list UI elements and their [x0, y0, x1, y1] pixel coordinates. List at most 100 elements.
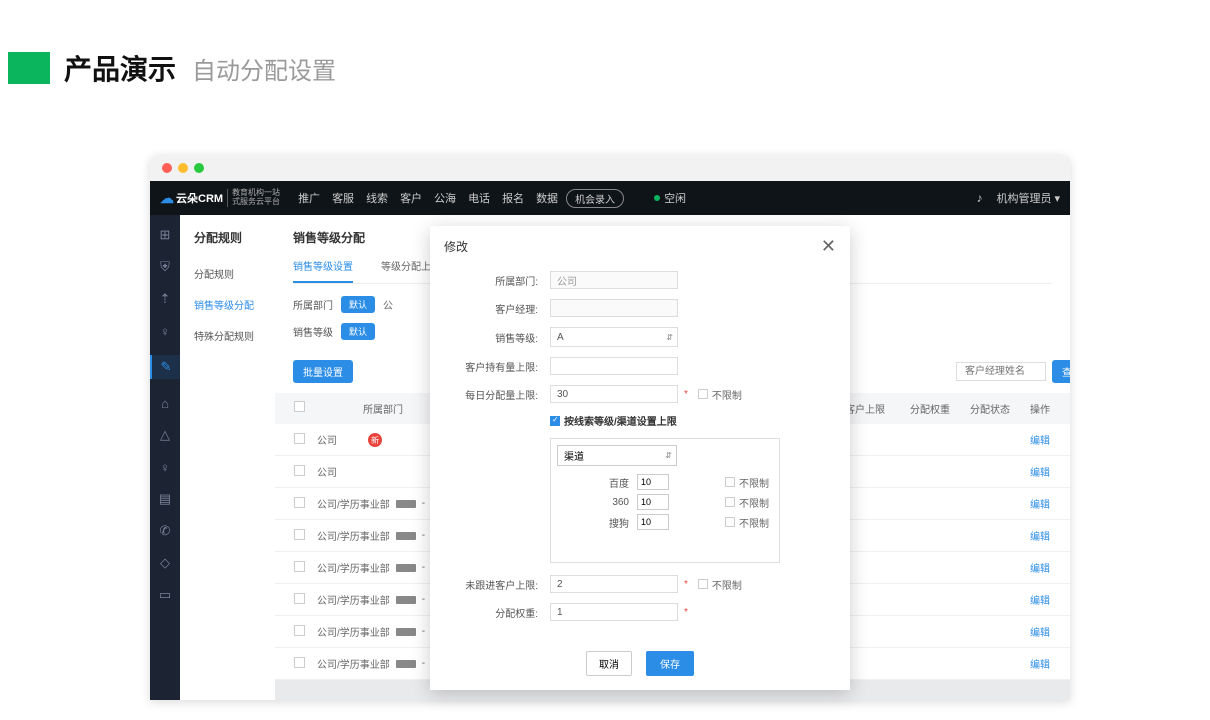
manager-input[interactable] [550, 299, 678, 317]
sidebar-tag-icon[interactable]: ◇ [157, 555, 173, 571]
accent-block [8, 52, 50, 84]
nav-customer[interactable]: 客户 [400, 190, 422, 206]
edit-link[interactable]: 编辑 [1020, 432, 1060, 447]
row-checkbox[interactable] [285, 657, 313, 671]
unfollow-unlimited-check[interactable]: 不限制 [698, 577, 742, 592]
nav-leads[interactable]: 线索 [366, 190, 388, 206]
row-checkbox[interactable] [285, 625, 313, 639]
dept-input[interactable] [550, 271, 678, 289]
row-checkbox[interactable] [285, 593, 313, 607]
filter-level-label: 销售等级 [293, 324, 333, 339]
nav-right: ♪ 机构管理员 ▾ [976, 190, 1060, 206]
filter-dept-chip[interactable]: 默认 [341, 296, 375, 313]
weight-label: 分配权重: [454, 605, 550, 620]
channel-limit-input[interactable] [637, 474, 669, 490]
cancel-button[interactable]: 取消 [586, 651, 632, 676]
nav-items: 推广 客服 线索 客户 公海 电话 报名 数据 [298, 190, 558, 206]
sidebar-shield-icon[interactable]: ⛨ [157, 259, 173, 275]
chevron-down-icon: ▾ [1054, 192, 1060, 205]
row-checkbox[interactable] [285, 561, 313, 575]
level-select[interactable]: A ⇵ [550, 327, 678, 347]
search-button[interactable]: 查询 [1052, 360, 1070, 383]
channel-unlimited-check[interactable]: 不限制 [725, 515, 769, 530]
notification-badge[interactable]: 新 [368, 433, 382, 447]
chevron-down-icon: ⇵ [666, 333, 673, 342]
nav-pool[interactable]: 公海 [434, 190, 456, 206]
nav-data[interactable]: 数据 [536, 190, 558, 206]
unfollow-input[interactable] [550, 575, 678, 593]
daily-limit-input[interactable] [550, 385, 678, 403]
batch-settings-button[interactable]: 批量设置 [293, 360, 353, 383]
top-navbar: ☁ 云朵CRM 教育机构一站式服务云平台 推广 客服 线索 客户 公海 电话 报… [150, 181, 1070, 215]
edit-link[interactable]: 编辑 [1020, 528, 1060, 543]
left-item-special[interactable]: 特殊分配规则 [180, 320, 275, 351]
daily-unlimited-check[interactable]: 不限制 [698, 387, 742, 402]
edit-link[interactable]: 编辑 [1020, 656, 1060, 671]
edit-link[interactable]: 编辑 [1020, 496, 1060, 511]
row-checkbox[interactable] [285, 529, 313, 543]
nav-phone[interactable]: 电话 [468, 190, 490, 206]
close-dot-icon[interactable] [162, 163, 172, 173]
maximize-dot-icon[interactable] [194, 163, 204, 173]
daily-limit-label: 每日分配量上限: [454, 387, 550, 402]
save-button[interactable]: 保存 [646, 651, 694, 676]
bell-icon[interactable]: ♪ [976, 191, 982, 205]
logo: ☁ 云朵CRM 教育机构一站式服务云平台 [160, 189, 280, 207]
sidebar-card-icon[interactable]: ▭ [157, 587, 173, 603]
row-checkbox[interactable] [285, 497, 313, 511]
channel-unlimited-check[interactable]: 不限制 [725, 475, 769, 490]
tab-level-settings[interactable]: 销售等级设置 [293, 258, 353, 283]
required-mark: * [684, 607, 688, 618]
sidebar-chart-icon[interactable]: ⇡ [157, 291, 173, 307]
sidebar-phone-icon[interactable]: ✆ [157, 523, 173, 539]
left-item-rules[interactable]: 分配规则 [180, 258, 275, 289]
logo-subtitle: 教育机构一站式服务云平台 [227, 189, 280, 207]
status-text: 空闲 [664, 190, 686, 206]
modal-footer: 取消 保存 [430, 645, 850, 690]
close-icon[interactable]: ✕ [821, 236, 836, 257]
channel-limit-input[interactable] [637, 514, 669, 530]
sidebar-person-icon[interactable]: ♀ [157, 459, 173, 475]
left-item-sales-level[interactable]: 销售等级分配 [180, 289, 275, 320]
edit-link[interactable]: 编辑 [1020, 624, 1060, 639]
modal-body: 所属部门: 客户经理: 销售等级: A ⇵ 客户持有量上限: 每日分配量上限: … [430, 267, 850, 645]
channel-row: 360不限制 [551, 492, 779, 512]
hold-limit-input[interactable] [550, 357, 678, 375]
channel-limit-input[interactable] [637, 494, 669, 510]
page-title: 产品演示 [64, 48, 176, 88]
channel-unlimited-check[interactable]: 不限制 [725, 495, 769, 510]
channel-type-select[interactable]: 渠道 ⇵ [557, 445, 677, 466]
sidebar-settings-icon[interactable]: ✎ [150, 355, 180, 379]
th-status: 分配状态 [960, 401, 1020, 416]
sidebar-dashboard-icon[interactable]: ⊞ [157, 227, 173, 243]
sidebar-home-icon[interactable]: ⌂ [157, 395, 173, 411]
edit-link[interactable]: 编辑 [1020, 464, 1060, 479]
required-mark: * [684, 389, 688, 400]
sidebar-warn-icon[interactable]: △ [157, 427, 173, 443]
row-checkbox[interactable] [285, 465, 313, 479]
nav-signup[interactable]: 报名 [502, 190, 524, 206]
sidebar-user-icon[interactable]: ♀ [157, 323, 173, 339]
row-checkbox[interactable] [285, 433, 313, 447]
nav-service[interactable]: 客服 [332, 190, 354, 206]
user-menu[interactable]: 机构管理员 ▾ [996, 190, 1060, 206]
minimize-dot-icon[interactable] [178, 163, 188, 173]
opportunity-entry-button[interactable]: 机会录入 [566, 189, 624, 208]
filter-dept-text: 公 [383, 297, 393, 312]
filter-dept-label: 所属部门 [293, 297, 333, 312]
channel-name: 搜狗 [591, 515, 629, 530]
sidebar-doc-icon[interactable]: ▤ [157, 491, 173, 507]
edit-link[interactable]: 编辑 [1020, 560, 1060, 575]
channel-row: 百度不限制 [551, 472, 779, 492]
level-label: 销售等级: [454, 330, 550, 345]
search-input[interactable] [956, 362, 1046, 381]
edit-link[interactable]: 编辑 [1020, 592, 1060, 607]
required-mark: * [684, 579, 688, 590]
unfollow-label: 未跟进客户上限: [454, 577, 550, 592]
page-subtitle: 自动分配设置 [192, 51, 336, 86]
th-checkbox[interactable] [285, 401, 313, 416]
channel-limit-check[interactable]: 按线索等级/渠道设置上限 [550, 413, 677, 428]
nav-promo[interactable]: 推广 [298, 190, 320, 206]
weight-input[interactable] [550, 603, 678, 621]
filter-level-chip[interactable]: 默认 [341, 323, 375, 340]
